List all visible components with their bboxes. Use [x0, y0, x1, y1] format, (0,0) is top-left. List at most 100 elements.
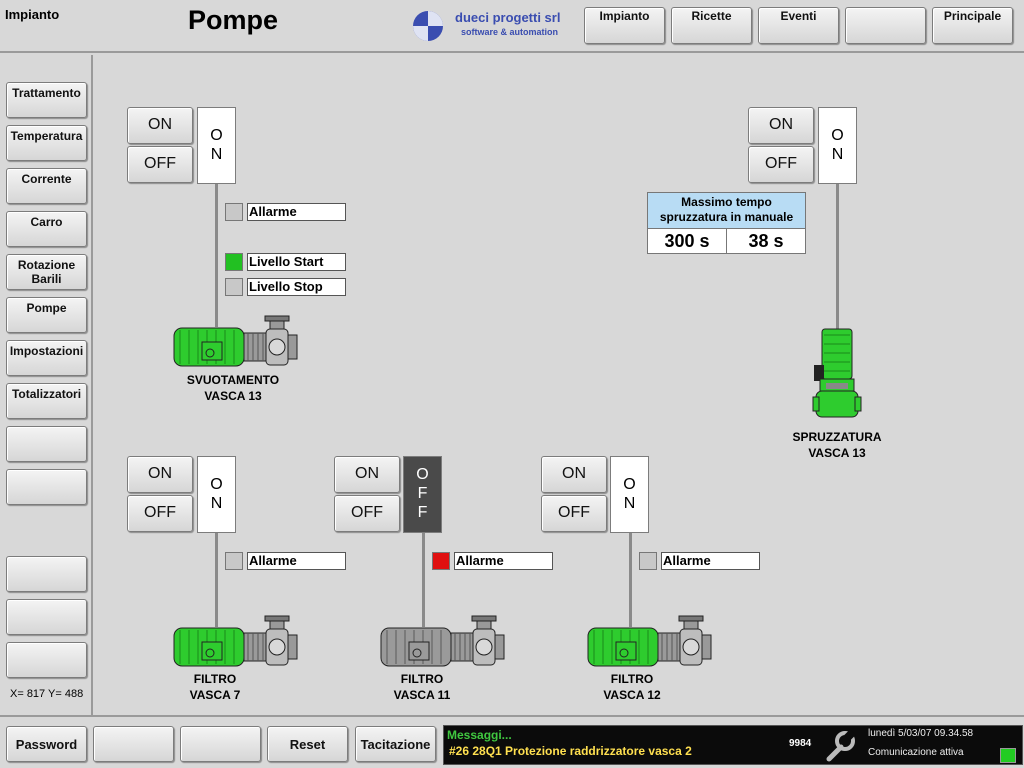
logo-icon — [413, 11, 443, 41]
pump-filtro12-name-line1: FILTRO — [610, 672, 654, 686]
communication-status-led — [1000, 748, 1016, 763]
pump-filtro7-wire — [215, 533, 218, 627]
max-spray-time-actual: 38 s — [726, 228, 806, 254]
sidebar-item-temperatura[interactable]: Temperatura — [6, 125, 87, 161]
sidebar-item-carro[interactable]: Carro — [6, 211, 87, 247]
sidebar-item-pompe[interactable]: Pompe — [6, 297, 87, 333]
sidebar-item-impostazioni[interactable]: Impostazioni — [6, 340, 87, 376]
date-time: lunedì 5/03/07 09.34.58 — [868, 728, 974, 739]
message-title: Messaggi... — [447, 728, 512, 742]
max-spray-time-setpoint[interactable]: 300 s — [647, 228, 727, 254]
pump-filtro11-motor-icon — [380, 615, 505, 667]
pump-spruzzatura-name-line2: VASCA 13 — [808, 446, 866, 460]
page-title: Pompe — [188, 5, 279, 35]
pump-filtro7-name: FILTRO VASCA 7 — [145, 671, 285, 703]
pump-svuotamento-name-line2: VASCA 13 — [204, 389, 262, 403]
area-label: Impianto — [5, 7, 60, 22]
logo-subtitle: software & automation — [461, 27, 559, 37]
state-letter: O — [210, 127, 223, 144]
sidebar-item-trattamento[interactable]: Trattamento — [6, 82, 87, 118]
pump-filtro12-name-line2: VASCA 12 — [603, 688, 661, 702]
state-letter: N — [623, 495, 636, 512]
pump-filtro12-wire — [629, 533, 632, 627]
sidebar-item-empty-4[interactable] — [6, 599, 87, 635]
state-letter: O — [831, 127, 844, 144]
tacitazione-button[interactable]: Tacitazione — [355, 726, 436, 762]
message-text: #26 28Q1 Protezione raddrizzatore vasca … — [449, 744, 692, 758]
sidebar-item-rotazione-barili[interactable]: Rotazione Barili — [6, 254, 87, 290]
nav-button-principale[interactable]: Principale — [932, 7, 1013, 44]
reset-button[interactable]: Reset — [267, 726, 348, 762]
state-letter: O — [416, 466, 429, 483]
sidebar-item-corrente[interactable]: Corrente — [6, 168, 87, 204]
cursor-coordinates: X= 817 Y= 488 — [10, 688, 84, 700]
state-letter: O — [210, 476, 223, 493]
logo-name: dueci progetti srl — [455, 10, 561, 25]
pump-spruzzatura-on-button[interactable]: ON — [748, 107, 814, 144]
pump-spruzzatura-state: ON — [818, 107, 857, 184]
wrench-icon[interactable] — [821, 729, 857, 763]
pump-svuotamento-alarm-indicator — [225, 203, 243, 221]
pump-filtro11-name-line2: VASCA 11 — [393, 688, 451, 702]
pump-filtro12-alarm-indicator — [639, 552, 657, 570]
communication-status: Comunicazione attiva — [868, 747, 964, 758]
pump-svuotamento-level-start-indicator — [225, 253, 243, 271]
pump-filtro12-on-button[interactable]: ON — [541, 456, 607, 493]
pump-svuotamento-level-stop-label: Livello Stop — [247, 278, 346, 296]
pump-spruzzatura-wire — [836, 184, 839, 329]
pump-svuotamento-on-button[interactable]: ON — [127, 107, 193, 144]
nav-button-eventi[interactable]: Eventi — [758, 7, 839, 44]
pump-svuotamento-level-start-label: Livello Start — [247, 253, 346, 271]
message-bar[interactable]: Messaggi... #26 28Q1 Protezione raddrizz… — [443, 725, 1023, 765]
state-letter: N — [210, 495, 223, 512]
pump-filtro7-on-button[interactable]: ON — [127, 456, 193, 493]
pump-filtro12-alarm-label: Allarme — [661, 552, 760, 570]
pump-spruzzatura-name: SPRUZZATURA VASCA 13 — [767, 429, 907, 461]
sidebar-item-empty-1[interactable] — [6, 426, 87, 462]
max-spray-time-title: Massimo tempo spruzzatura in manuale — [647, 192, 806, 229]
pump-svuotamento-off-button[interactable]: OFF — [127, 146, 193, 183]
pump-filtro7-motor-icon — [173, 615, 298, 667]
max-spray-time-title-line1: Massimo tempo — [681, 195, 772, 209]
message-count: 9984 — [789, 738, 812, 749]
pump-svuotamento-level-stop-indicator — [225, 278, 243, 296]
pump-filtro12-off-button[interactable]: OFF — [541, 495, 607, 532]
pump-filtro7-alarm-label: Allarme — [247, 552, 346, 570]
state-letter: O — [623, 476, 636, 493]
pump-filtro7-state: ON — [197, 456, 236, 533]
footer-empty-button-2[interactable] — [180, 726, 261, 762]
footer-bar: Password Reset Tacitazione Messaggi... #… — [0, 715, 1024, 768]
pump-svuotamento-alarm-label: Allarme — [247, 203, 346, 221]
pump-filtro11-off-button[interactable]: OFF — [334, 495, 400, 532]
max-spray-time-panel: Massimo tempo spruzzatura in manuale 300… — [647, 192, 806, 254]
nav-button-impianto[interactable]: Impianto — [584, 7, 665, 44]
pump-svuotamento-wire — [215, 184, 218, 327]
pump-svuotamento-name: SVUOTAMENTO VASCA 13 — [163, 372, 303, 404]
pump-spruzzatura-off-button[interactable]: OFF — [748, 146, 814, 183]
nav-button-empty[interactable] — [845, 7, 926, 44]
pump-svuotamento-name-line1: SVUOTAMENTO — [186, 373, 280, 387]
nav-button-ricette[interactable]: Ricette — [671, 7, 752, 44]
sidebar-item-empty-3[interactable] — [6, 556, 87, 592]
pump-filtro11-alarm-label: Allarme — [454, 552, 553, 570]
pump-spruzzatura-vertical-motor-icon — [812, 328, 862, 418]
pump-filtro12-name: FILTRO VASCA 12 — [562, 671, 702, 703]
pump-spruzzatura-name-line1: SPRUZZATURA — [792, 430, 882, 444]
pump-svuotamento-motor-icon — [173, 315, 298, 367]
pump-filtro7-off-button[interactable]: OFF — [127, 495, 193, 532]
pump-filtro7-name-line1: FILTRO — [193, 672, 237, 686]
pump-filtro12-motor-icon — [587, 615, 712, 667]
state-letter: F — [417, 504, 428, 521]
sidebar-item-empty-5[interactable] — [6, 642, 87, 678]
pump-filtro11-on-button[interactable]: ON — [334, 456, 400, 493]
sidebar-item-empty-2[interactable] — [6, 469, 87, 505]
footer-empty-button-1[interactable] — [93, 726, 174, 762]
state-letter: N — [831, 146, 844, 163]
pump-filtro12-state: ON — [610, 456, 649, 533]
pump-filtro11-name-line1: FILTRO — [400, 672, 444, 686]
header-bar: Impianto Pompe dueci progetti srl softwa… — [0, 0, 1024, 53]
pump-filtro11-wire — [422, 533, 425, 627]
sidebar-item-totalizzatori[interactable]: Totalizzatori — [6, 383, 87, 419]
pump-filtro7-alarm-indicator — [225, 552, 243, 570]
password-button[interactable]: Password — [6, 726, 87, 762]
